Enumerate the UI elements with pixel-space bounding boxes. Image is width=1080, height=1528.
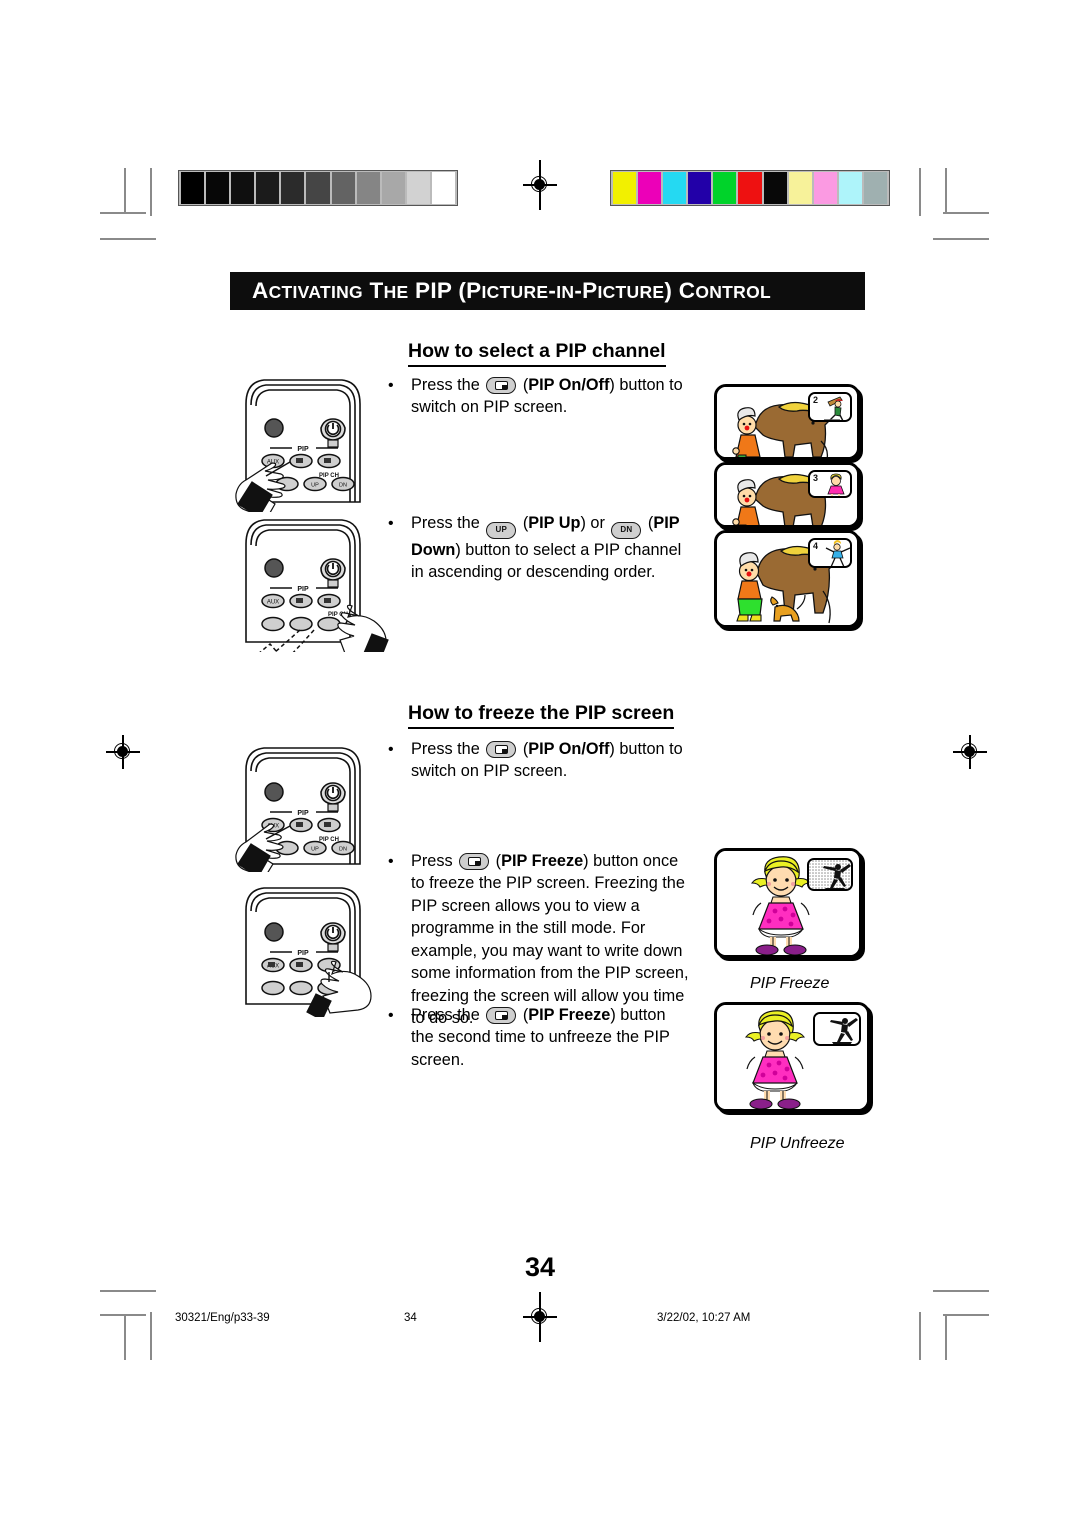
bullet-press-pip-updown: • Press the UP (PIP Up) or DN (PIP Down)… bbox=[388, 512, 688, 584]
bullet-text: Press the (PIP Freeze) button the second… bbox=[411, 1006, 670, 1069]
grayscale-control-strip bbox=[178, 170, 458, 206]
crop-mark-top-right bbox=[905, 168, 989, 240]
color-swatch bbox=[431, 172, 456, 204]
bullet-text: Press the UP (PIP Up) or DN (PIP Down) b… bbox=[411, 514, 682, 582]
color-swatch bbox=[763, 172, 787, 204]
section-heading-freeze-screen: How to freeze the PIP screen bbox=[408, 702, 675, 729]
remote-illustration-freeze-onoff: PIP AUX PIP CH UP DN bbox=[228, 742, 378, 872]
remote-svg: PIP AUX bbox=[245, 887, 372, 1017]
remote-illustration-freeze-press: PIP AUX bbox=[228, 882, 383, 1017]
remote-svg: PIP AUX PIP CH bbox=[245, 519, 389, 652]
bullet-press-pip-onoff-2: • Press the (PIP On/Off) button to switc… bbox=[388, 738, 688, 783]
pip-inset-window-live bbox=[813, 1012, 861, 1046]
pip-channel-number: 2 bbox=[813, 395, 819, 405]
chapter-header-bar: ACTIVATING THE PIP (PICTURE-IN-PICTURE) … bbox=[230, 272, 865, 310]
color-swatch bbox=[306, 172, 330, 204]
color-swatch bbox=[638, 172, 662, 204]
crop-mark-top-left bbox=[100, 168, 180, 240]
section-heading-select-channel: How to select a PIP channel bbox=[408, 340, 666, 367]
crop-mark-bottom-right bbox=[905, 1290, 989, 1360]
bullet-dot: • bbox=[388, 377, 394, 394]
svg-text:AUX: AUX bbox=[267, 600, 279, 606]
color-swatch bbox=[613, 172, 637, 204]
footer-page: 34 bbox=[404, 1312, 417, 1324]
color-control-strip bbox=[610, 170, 890, 206]
footer-file-ref: 30321/Eng/p33-39 bbox=[175, 1312, 270, 1324]
tv-figure-pip-channel-4: 4 bbox=[714, 530, 860, 628]
pip-inset-window: 3 bbox=[808, 470, 852, 498]
registration-target-right bbox=[953, 735, 987, 769]
remote-illustration-pip-onoff-1: PIP AUX PIP CH UP DN bbox=[228, 372, 378, 512]
svg-text:PIP CH: PIP CH bbox=[319, 473, 339, 479]
svg-text:UP: UP bbox=[311, 847, 319, 853]
page-title: ACTIVATING THE PIP (PICTURE-IN-PICTURE) … bbox=[252, 278, 771, 303]
pip-channel-number: 3 bbox=[813, 473, 819, 483]
bullet-text: Press (PIP Freeze) button once to freeze… bbox=[411, 852, 689, 1028]
page-number: 34 bbox=[524, 1252, 556, 1282]
color-swatch bbox=[206, 172, 230, 204]
tv-figure-pip-channel-3: 3 bbox=[714, 462, 860, 528]
svg-text:PIP: PIP bbox=[297, 810, 309, 817]
svg-text:PIP CH: PIP CH bbox=[319, 837, 339, 843]
caption-pip-freeze: PIP Freeze bbox=[750, 975, 830, 992]
registration-target-bottom bbox=[523, 1292, 557, 1342]
color-swatch bbox=[688, 172, 712, 204]
color-swatch bbox=[713, 172, 737, 204]
color-swatch bbox=[256, 172, 280, 204]
pip-content-dancer-silhouette bbox=[815, 1014, 859, 1044]
color-swatch bbox=[231, 172, 255, 204]
color-swatch bbox=[381, 172, 405, 204]
remote-illustration-pip-updown: PIP AUX PIP CH bbox=[228, 512, 393, 652]
pip-content-dancer-silhouette-frozen bbox=[809, 860, 851, 889]
svg-text:PIP: PIP bbox=[297, 586, 309, 593]
pip-channel-number: 4 bbox=[813, 541, 819, 551]
color-swatch bbox=[738, 172, 762, 204]
svg-text:DN: DN bbox=[339, 847, 347, 853]
color-swatch bbox=[663, 172, 687, 204]
pip-freeze-key-icon bbox=[459, 853, 490, 870]
pip-up-key-icon: UP bbox=[486, 522, 517, 539]
color-swatch bbox=[406, 172, 430, 204]
pip-inset-window: 2 bbox=[808, 392, 852, 422]
pip-onoff-key-icon bbox=[486, 741, 517, 758]
bullet-dot: • bbox=[388, 853, 394, 870]
svg-text:DN: DN bbox=[339, 483, 347, 489]
bullet-press-pip-freeze-once: • Press (PIP Freeze) button once to free… bbox=[388, 850, 696, 1030]
footer-timestamp: 3/22/02, 10:27 AM bbox=[657, 1312, 751, 1324]
color-swatch bbox=[281, 172, 305, 204]
pip-down-key-icon: DN bbox=[611, 522, 642, 539]
bullet-press-pip-onoff-1: • Press the (PIP On/Off) button to switc… bbox=[388, 374, 688, 419]
bullet-dot: • bbox=[388, 1007, 394, 1024]
pip-freeze-key-icon bbox=[486, 1007, 517, 1024]
pip-inset-window: 4 bbox=[808, 538, 852, 568]
svg-text:PIP: PIP bbox=[297, 446, 309, 453]
color-swatch bbox=[331, 172, 355, 204]
tv-figure-pip-channel-2: 2 bbox=[714, 384, 860, 460]
svg-text:UP: UP bbox=[311, 483, 319, 489]
remote-svg: PIP AUX PIP CH UP DN bbox=[235, 747, 361, 872]
pip-inset-window-frozen bbox=[807, 858, 853, 891]
bullet-text: Press the (PIP On/Off) button to switch … bbox=[411, 740, 683, 781]
pip-onoff-key-icon bbox=[486, 377, 517, 394]
color-swatch bbox=[838, 172, 862, 204]
color-swatch bbox=[788, 172, 812, 204]
color-swatch bbox=[863, 172, 888, 204]
bullet-text: Press the (PIP On/Off) button to switch … bbox=[411, 376, 683, 417]
remote-svg: PIP AUX PIP CH UP DN bbox=[235, 379, 361, 512]
tv-figure-pip-freeze bbox=[714, 848, 862, 958]
tv-figure-pip-unfreeze bbox=[714, 1002, 870, 1112]
crop-mark-bottom-left bbox=[100, 1290, 180, 1360]
bullet-dot: • bbox=[388, 741, 394, 758]
color-swatch bbox=[813, 172, 837, 204]
svg-text:PIP: PIP bbox=[297, 950, 309, 957]
bullet-press-pip-freeze-second: • Press the (PIP Freeze) button the seco… bbox=[388, 1004, 688, 1071]
caption-pip-unfreeze: PIP Unfreeze bbox=[750, 1135, 845, 1152]
registration-target-left bbox=[106, 735, 140, 769]
color-swatch bbox=[356, 172, 380, 204]
registration-target-top bbox=[523, 160, 557, 210]
color-swatch bbox=[181, 172, 205, 204]
